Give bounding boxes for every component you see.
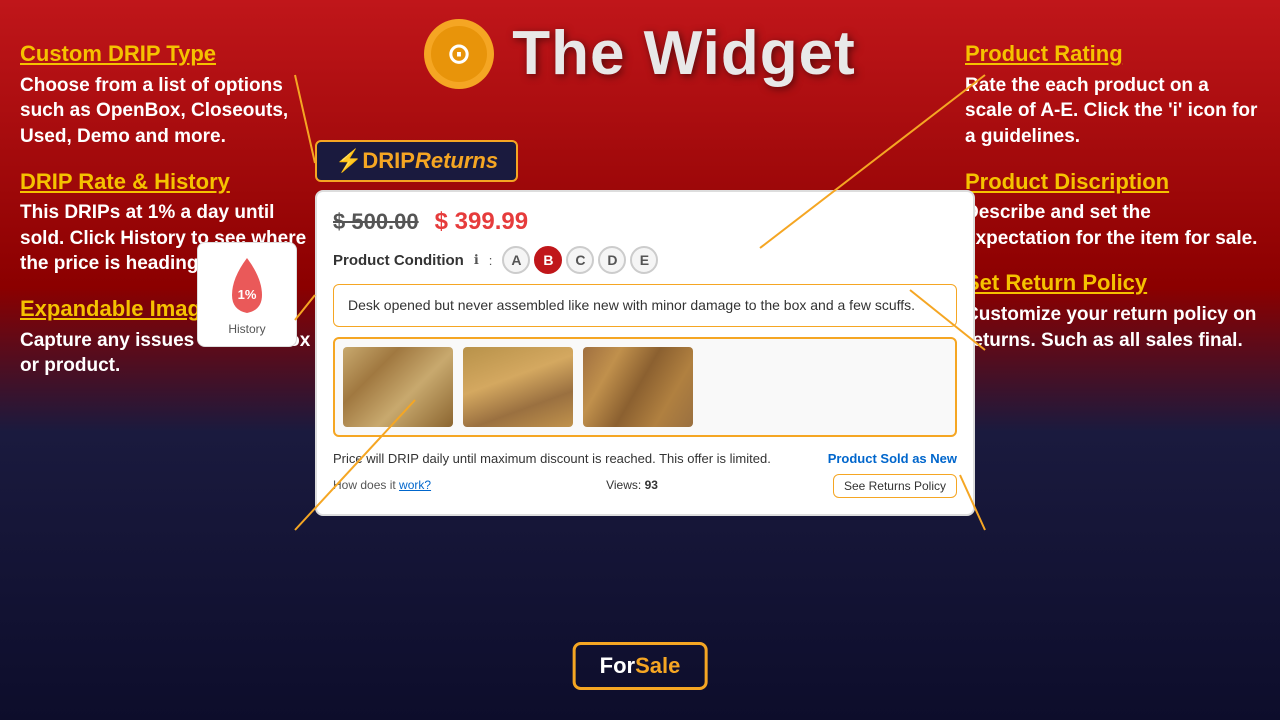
product-image-3[interactable]	[583, 347, 693, 427]
sale-price: $ 399.99	[435, 208, 528, 236]
product-description-title: Product Discription	[965, 168, 1260, 197]
forsale-inner: ForSale	[573, 642, 708, 690]
bottom-bottom-row: How does it work? Views: 93 See Returns …	[333, 474, 957, 498]
info-icon[interactable]: ℹ	[474, 252, 479, 268]
bottom-info: Price will DRIP daily until maximum disc…	[333, 449, 957, 498]
product-rating-title: Product Rating	[965, 40, 1260, 69]
views-text: Views: 93	[606, 476, 658, 495]
views-count: 93	[645, 478, 658, 492]
returns-policy-button[interactable]: See Returns Policy	[833, 474, 957, 498]
condition-grades: A B C D E	[502, 246, 658, 274]
description-box[interactable]: Desk opened but never assembled like new…	[333, 284, 957, 327]
condition-label: Product Condition	[333, 252, 464, 269]
grade-a[interactable]: A	[502, 246, 530, 274]
sold-as-new-link[interactable]: Product Sold as New	[828, 449, 957, 470]
grade-e[interactable]: E	[630, 246, 658, 274]
forsale-for: For	[600, 653, 635, 678]
original-price: $ 500.00	[333, 209, 419, 235]
condition-colon: :	[489, 253, 493, 268]
work-link[interactable]: work?	[399, 478, 431, 492]
grade-d[interactable]: D	[598, 246, 626, 274]
set-return-policy-title: Set Return Policy	[965, 269, 1260, 298]
history-panel[interactable]: 1% History	[197, 242, 297, 347]
grade-c[interactable]: C	[566, 246, 594, 274]
lightning-icon: ⚡	[335, 148, 362, 174]
price-row: $ 500.00 $ 399.99	[333, 208, 957, 236]
grade-b[interactable]: B	[534, 246, 562, 274]
widget-container: ⚡ DRIP Returns 1% History $ 500.00 $ 399…	[315, 140, 975, 516]
custom-drip-type-title: Custom DRIP Type	[20, 40, 315, 69]
returns-text: Returns	[415, 148, 498, 174]
page-title: The Widget	[512, 18, 856, 89]
drop-icon: 1%	[222, 253, 272, 318]
svg-text:⊙: ⊙	[448, 38, 471, 69]
drip-text: DRIP	[362, 148, 415, 174]
bottom-top-row: Price will DRIP daily until maximum disc…	[333, 449, 957, 470]
set-return-policy-text: Customize your return policy on returns.…	[965, 302, 1260, 353]
product-image-2[interactable]	[463, 347, 573, 427]
condition-row: Product Condition ℹ : A B C D E	[333, 246, 957, 274]
drip-daily-text: Price will DRIP daily until maximum disc…	[333, 449, 771, 470]
history-label: History	[228, 322, 265, 336]
how-link: How does it work?	[333, 476, 431, 495]
how-text: How does it	[333, 478, 396, 492]
right-panel: Product Rating Rate the each product on …	[965, 40, 1260, 371]
product-image-1[interactable]	[343, 347, 453, 427]
forsale-badge: ForSale	[573, 642, 708, 690]
product-rating-text: Rate the each product on a scale of A-E.…	[965, 73, 1260, 150]
drip-rate-history-title: DRIP Rate & History	[20, 168, 315, 197]
views-label: Views:	[606, 478, 641, 492]
product-description-text: Describe and set the expectation for the…	[965, 200, 1260, 251]
drip-logo-bar[interactable]: ⚡ DRIP Returns	[315, 140, 518, 182]
widget-card: 1% History $ 500.00 $ 399.99 Product Con…	[315, 190, 975, 516]
image-row	[333, 337, 957, 437]
forsale-sale: Sale	[635, 653, 680, 678]
custom-drip-type-text: Choose from a list of options such as Op…	[20, 73, 315, 150]
widget-icon: ⊙	[424, 19, 494, 89]
svg-text:1%: 1%	[238, 287, 257, 302]
